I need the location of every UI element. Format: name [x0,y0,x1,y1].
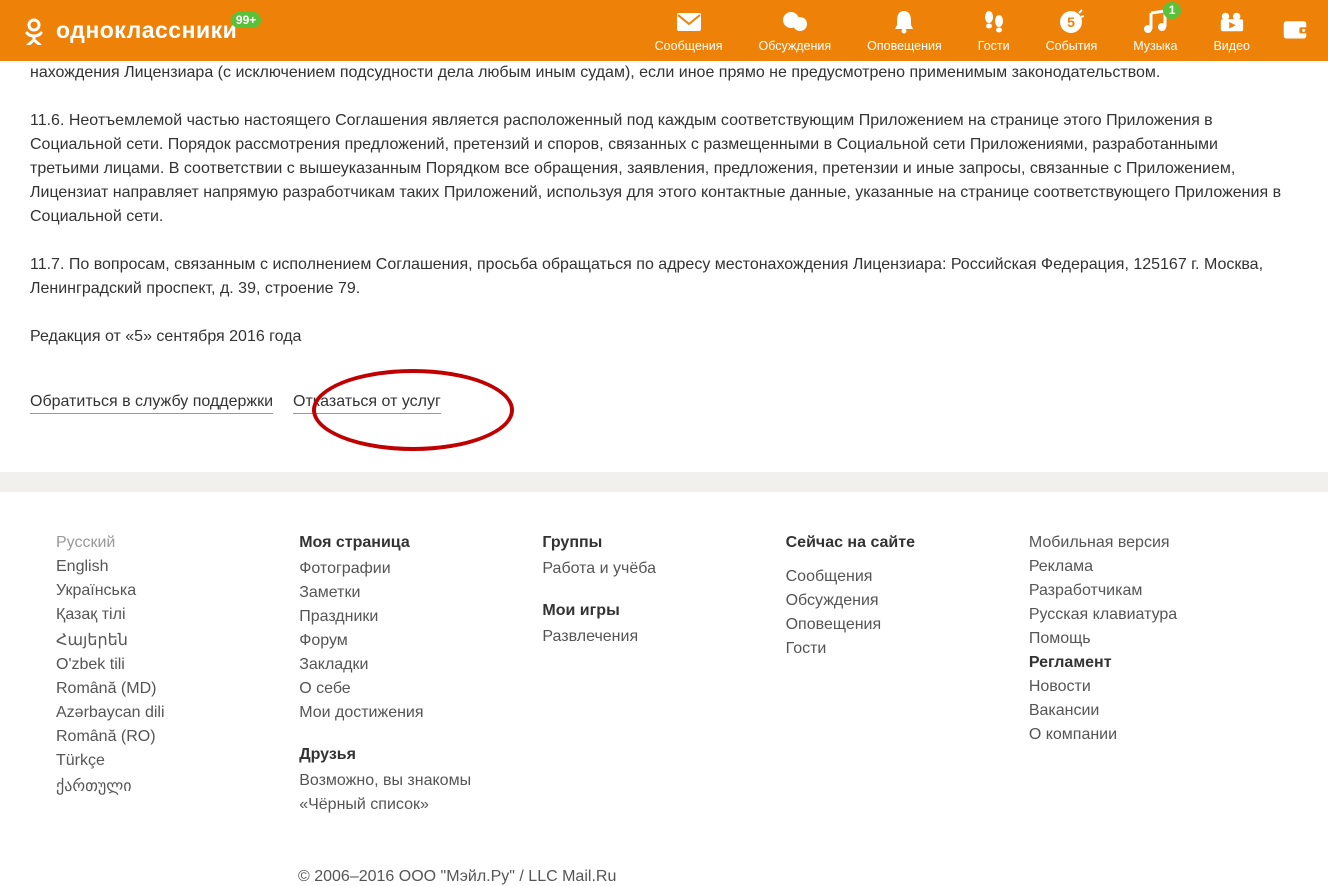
footprints-icon [981,9,1007,35]
nav-events[interactable]: 5 События [1028,3,1116,59]
footer: Русский English Українська Қазақ тілі Հա… [0,492,1328,850]
svg-text:5: 5 [1068,14,1076,30]
music-badge: 1 [1163,2,1182,19]
footer-separator [0,472,1328,492]
footer-link-help[interactable]: Помощь [1029,630,1272,648]
footer-link-you-may-know[interactable]: Возможно, вы знакомы [299,772,542,790]
footer-link-mobile[interactable]: Мобильная версия [1029,534,1272,552]
footer-link-photos[interactable]: Фотографии [299,560,542,578]
nav-label: Гости [978,39,1010,53]
footer-title-online[interactable]: Сейчас на сайте [786,534,1029,552]
nav-label: Оповещения [867,39,942,53]
footer-link-developers[interactable]: Разработчикам [1029,582,1272,600]
footer-link-entertainment[interactable]: Развлечения [542,628,785,646]
contact-support-link[interactable]: Обратиться в службу поддержки [30,393,273,414]
footer-title-mypage[interactable]: Моя страница [299,534,542,552]
footer-link-keyboard[interactable]: Русская клавиатура [1029,606,1272,624]
footer-link-terms[interactable]: Регламент [1029,654,1272,672]
lang-romanian-md[interactable]: Română (MD) [56,680,299,698]
notifications-badge: 99+ [231,12,261,28]
footer-link-forum[interactable]: Форум [299,632,542,650]
nav-video[interactable]: Видео [1195,3,1268,59]
nav-label: События [1046,39,1098,53]
footer-link-about[interactable]: О себе [299,680,542,698]
footer-col-languages: Русский English Українська Қазақ тілі Հա… [56,534,299,820]
nav-label: Обсуждения [758,39,831,53]
nav-music[interactable]: Музыка 1 [1115,3,1195,59]
lang-armenian[interactable]: Հայերեն [56,630,299,650]
lang-turkish[interactable]: Türkçe [56,752,299,770]
logo-text: одноклассники [56,17,237,44]
footer-link-notifications[interactable]: Оповещения [786,616,1029,634]
ok-logo-icon [20,17,48,45]
lang-azerbaijani[interactable]: Azərbaycan dili [56,704,299,722]
footer-link-ads[interactable]: Реклама [1029,558,1272,576]
footer-col-meta: Мобильная версия Реклама Разработчикам Р… [1029,534,1272,820]
footer-link-news[interactable]: Новости [1029,678,1272,696]
nav-notifications[interactable]: Оповещения [849,3,960,59]
lang-english[interactable]: English [56,558,299,576]
nav-wallet[interactable] [1282,3,1308,59]
footer-title-friends[interactable]: Друзья [299,746,542,764]
nav-label: Музыка [1133,39,1177,53]
footer-link-guests[interactable]: Гости [786,640,1029,658]
footer-link-work-study[interactable]: Работа и учёба [542,560,785,578]
nav-guests[interactable]: Гости [960,3,1028,59]
coin-icon: 5 [1058,9,1084,35]
lang-ukrainian[interactable]: Українська [56,582,299,600]
nav-messages[interactable]: Сообщения [637,3,741,59]
paragraph-11-7: 11.7. По вопросам, связанным с исполнени… [30,253,1290,301]
nav-label: Видео [1213,39,1250,53]
page-content: нахождения Лицензиара (с исключением под… [0,61,1320,444]
footer-col-online: Сейчас на сайте Сообщения Обсуждения Опо… [786,534,1029,820]
footer-link-messages[interactable]: Сообщения [786,568,1029,586]
nav-discussions[interactable]: Обсуждения [740,3,849,59]
video-icon [1219,9,1245,35]
footer-link-jobs[interactable]: Вакансии [1029,702,1272,720]
bell-icon [891,9,917,35]
chat-icon [782,9,808,35]
top-nav: Сообщения Обсуждения Оповещения Гости 5 … [637,3,1308,59]
action-links-row: Обратиться в службу поддержки Отказаться… [30,393,1290,414]
footer-link-discussions[interactable]: Обсуждения [786,592,1029,610]
footer-col-mypage: Моя страница Фотографии Заметки Праздник… [299,534,542,820]
nav-label: Сообщения [655,39,723,53]
footer-title-groups[interactable]: Группы [542,534,785,552]
decline-services-link[interactable]: Отказаться от услуг [293,393,441,414]
lang-uzbek[interactable]: O'zbek tili [56,656,299,674]
site-logo[interactable]: одноклассники 99+ [20,17,237,45]
mail-icon [676,9,702,35]
paragraph-11-5-tail: нахождения Лицензиара (с исключением под… [30,61,1290,85]
wallet-icon [1282,16,1308,42]
footer-title-mygames[interactable]: Мои игры [542,602,785,620]
lang-kazakh[interactable]: Қазақ тілі [56,606,299,624]
footer-link-holidays[interactable]: Праздники [299,608,542,626]
footer-link-bookmarks[interactable]: Закладки [299,656,542,674]
paragraph-edition-date: Редакция от «5» сентября 2016 года [30,325,1290,349]
footer-link-blacklist[interactable]: «Чёрный список» [299,796,542,814]
footer-col-groups: Группы Работа и учёба Мои игры Развлечен… [542,534,785,820]
paragraph-11-6: 11.6. Неотъемлемой частью настоящего Сог… [30,109,1290,229]
footer-link-notes[interactable]: Заметки [299,584,542,602]
footer-link-achievements[interactable]: Мои достижения [299,704,542,722]
lang-russian[interactable]: Русский [56,534,299,552]
footer-copyright: © 2006–2016 ООО "Мэйл.Ру" / LLC Mail.Ru [298,868,1328,886]
lang-georgian[interactable]: ქართული [56,776,299,796]
footer-link-company[interactable]: О компании [1029,726,1272,744]
top-nav-header: одноклассники 99+ Сообщения Обсуждения О… [0,0,1328,61]
lang-romanian-ro[interactable]: Română (RO) [56,728,299,746]
